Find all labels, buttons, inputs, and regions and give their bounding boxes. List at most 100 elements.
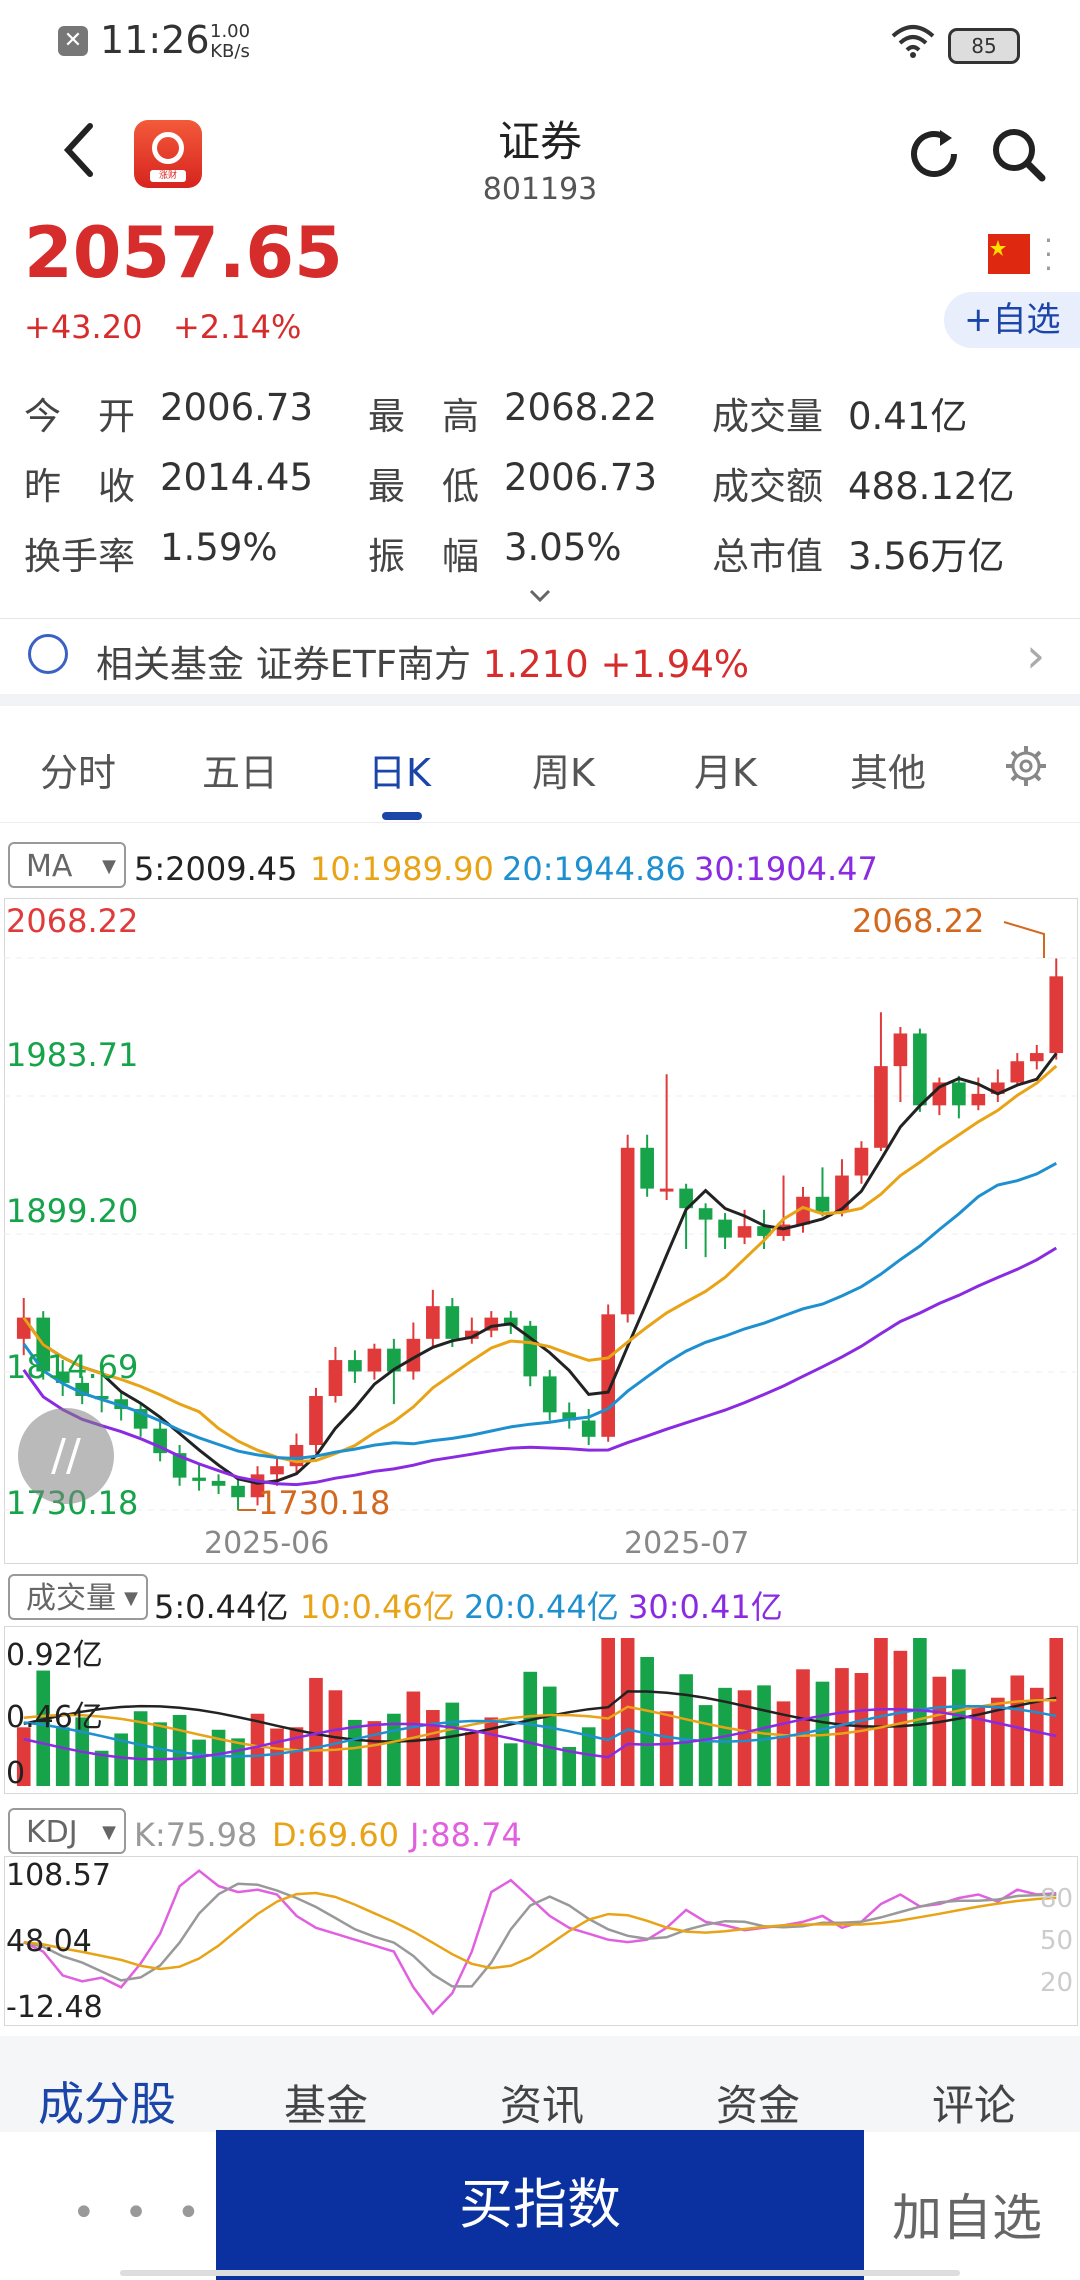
ma30-legend: 30:1904.47	[694, 850, 878, 888]
refresh-icon[interactable]	[906, 124, 966, 184]
ma5-line	[22, 1052, 1058, 1485]
date-label-jul: 2025-07	[624, 1526, 750, 1561]
candle-body	[698, 1208, 713, 1220]
stat-value: 2006.73	[160, 386, 314, 429]
kdj-j-legend: J:88.74	[410, 1816, 522, 1854]
volume-svg	[16, 1638, 1064, 1786]
gear-icon[interactable]	[1004, 744, 1048, 788]
stat-label: 成交额	[712, 465, 823, 508]
candle-body	[971, 1093, 986, 1106]
volume-indicator-select[interactable]: 成交量 ▼	[8, 1574, 148, 1620]
chevron-right-icon[interactable]: ›	[1026, 628, 1045, 684]
volume-bar	[757, 1685, 771, 1786]
volume-bar	[464, 1732, 479, 1786]
tab-comments[interactable]: 评论	[932, 2072, 1016, 2133]
expand-chevron-icon[interactable]	[528, 588, 552, 604]
candle-body	[211, 1480, 226, 1486]
buy-index-button[interactable]: 买指数	[216, 2130, 864, 2280]
volume-bar	[913, 1638, 927, 1786]
candle-body	[16, 1317, 31, 1339]
fund-change: +1.94%	[600, 643, 750, 686]
stat-label: 总市值	[712, 535, 823, 578]
candle-body	[426, 1306, 440, 1339]
candle-body	[620, 1147, 635, 1315]
stat-label: 成交量	[712, 395, 823, 438]
stat-value: 1.59%	[160, 526, 278, 569]
vol-ma30-legend: 30:0.41亿	[628, 1588, 783, 1626]
volume-bar	[601, 1638, 616, 1786]
stat-value: 3.56万亿	[848, 535, 1005, 578]
tab-other[interactable]: 其他	[850, 742, 926, 797]
kdj-d-legend: D:69.60	[272, 1816, 400, 1854]
candle-body	[328, 1360, 343, 1396]
volume-bar	[893, 1650, 908, 1786]
change-percent: +2.14%	[172, 308, 302, 346]
stat-value: 2006.73	[504, 456, 658, 499]
stat-label: 最 低	[368, 465, 479, 508]
ma20-legend: 20:1944.86	[502, 850, 686, 888]
high-annotation: 2068.22	[852, 902, 985, 940]
stat-value: 2014.45	[160, 456, 314, 499]
tab-fenshi[interactable]: 分时	[40, 742, 116, 797]
add-favorite-button[interactable]: 加自选	[892, 2178, 1042, 2250]
tab-capital[interactable]: 资金	[716, 2072, 800, 2133]
notification-icon: ✕	[58, 26, 88, 56]
volume-bar	[932, 1676, 947, 1786]
tab-constituents[interactable]: 成分股	[38, 2068, 176, 2134]
candle-body	[581, 1420, 596, 1437]
volume-bar	[250, 1713, 265, 1786]
tab-wuri[interactable]: 五日	[202, 742, 278, 797]
vol-ma20-legend: 20:0.44亿	[464, 1588, 619, 1626]
network-speed-unit: KB/s	[210, 41, 250, 62]
volume-bar	[874, 1638, 888, 1786]
more-vertical-icon[interactable]: · · ·	[1044, 227, 1053, 283]
candle-body	[231, 1485, 245, 1498]
vol-ma10-legend: 10:0.46亿	[300, 1588, 455, 1626]
vol-ma5-legend: 5:0.44亿	[154, 1588, 289, 1626]
active-tab-indicator	[382, 812, 422, 820]
kdj-axis-20: 20	[1040, 1968, 1074, 1998]
ma10-legend: 10:1989.90	[310, 850, 494, 888]
kdj-axis-50: 50	[1040, 1926, 1074, 1956]
fund-name: 证券ETF南方	[255, 643, 472, 686]
candle-body	[659, 1188, 674, 1192]
kline-svg	[4, 921, 1076, 1511]
volume-bar	[270, 1728, 284, 1786]
section-divider	[0, 694, 1080, 706]
tab-zhouk[interactable]: 周K	[532, 742, 595, 797]
ma-indicator-select[interactable]: MA ▼	[8, 842, 126, 888]
change-amount: +43.20	[24, 308, 143, 346]
kdj-k-legend: K:75.98	[134, 1816, 258, 1854]
candle-body	[815, 1196, 830, 1212]
ma20-line	[22, 1161, 1058, 1461]
search-icon[interactable]	[988, 124, 1048, 184]
volume-bar	[542, 1686, 557, 1786]
collapse-float-icon[interactable]: //	[18, 1408, 114, 1504]
stat-label: 换手率	[24, 535, 135, 578]
candle-body	[445, 1306, 460, 1339]
tab-news[interactable]: 资讯	[500, 2072, 584, 2133]
volume-select-label: 成交量	[26, 1581, 116, 1616]
candle-body	[1010, 1061, 1025, 1083]
fund-label: 相关基金	[96, 643, 244, 686]
volume-bar	[231, 1738, 245, 1786]
candle-body	[542, 1376, 557, 1413]
candle-body	[367, 1348, 382, 1372]
volume-bar	[445, 1702, 460, 1786]
volume-bar	[523, 1671, 538, 1786]
kdj-axis-80: 80	[1040, 1884, 1074, 1914]
volume-bar	[1049, 1638, 1064, 1786]
ma5-legend: 5:2009.45	[134, 850, 298, 888]
kdj-indicator-select[interactable]: KDJ ▼	[8, 1808, 126, 1854]
tab-funds[interactable]: 基金	[284, 2072, 368, 2133]
volume-bar	[426, 1710, 440, 1786]
more-icon[interactable]: • • •	[72, 2190, 208, 2236]
home-indicator	[120, 2270, 960, 2276]
kdj-line	[23, 1891, 1057, 1971]
price-axis-mid1: 1983.71	[6, 1036, 139, 1074]
volume-bar	[348, 1719, 362, 1786]
tab-yuek[interactable]: 月K	[694, 742, 757, 797]
tab-rik[interactable]: 日K	[368, 742, 431, 797]
add-watchlist-button[interactable]: +自选	[944, 292, 1080, 348]
volume-bar	[153, 1722, 167, 1786]
